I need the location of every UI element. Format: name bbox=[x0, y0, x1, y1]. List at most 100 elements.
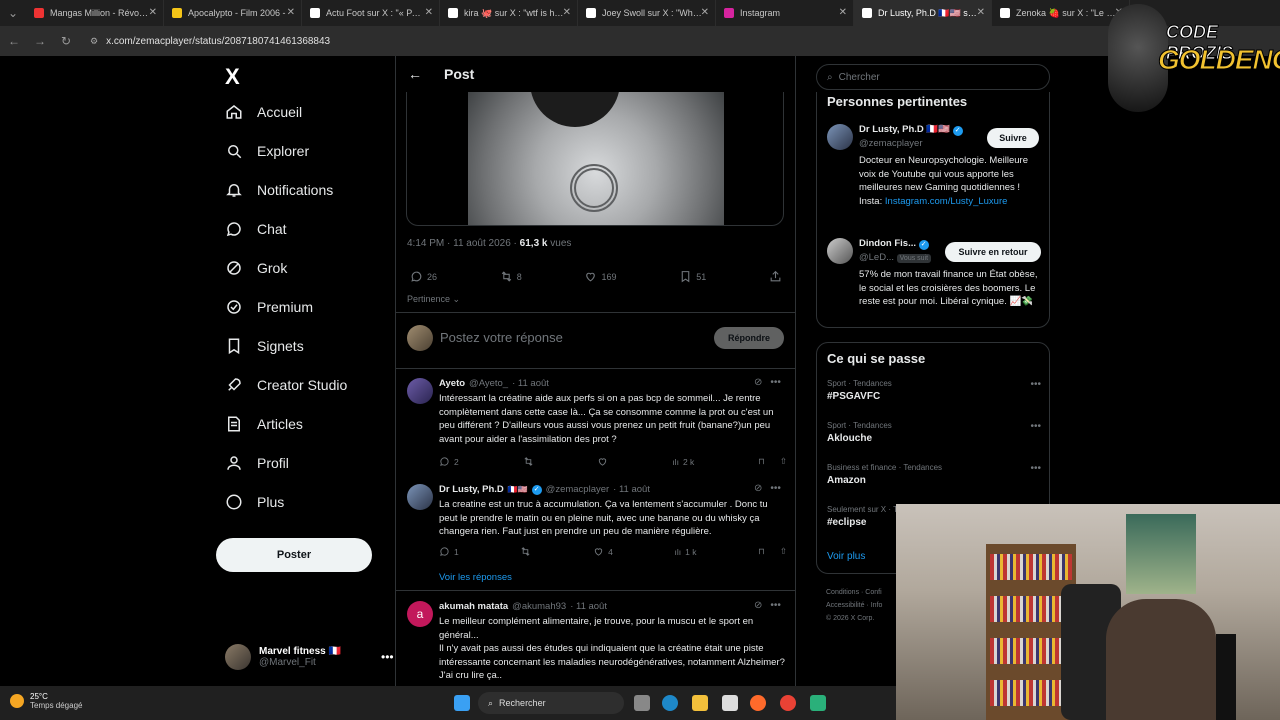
like-action[interactable]: 4 bbox=[593, 546, 613, 557]
follow-back-button[interactable]: Suivre en retour bbox=[945, 242, 1041, 262]
sidebar-item-notifications[interactable]: Notifications bbox=[225, 181, 333, 199]
avatar[interactable] bbox=[827, 238, 853, 264]
close-icon[interactable]: ✕ bbox=[701, 7, 709, 18]
reply-button[interactable]: Répondre bbox=[714, 327, 784, 349]
share-icon[interactable]: ⇧ bbox=[780, 546, 787, 557]
like-action[interactable]: 169 bbox=[584, 270, 617, 283]
bookmark-icon[interactable]: ⊓ bbox=[758, 456, 765, 467]
taskbar-search[interactable]: ⌕ Rechercher bbox=[478, 692, 624, 714]
more-icon[interactable]: ••• bbox=[770, 483, 781, 494]
x-logo-icon[interactable]: X bbox=[225, 64, 240, 90]
avatar[interactable]: a bbox=[407, 601, 433, 627]
post-media[interactable] bbox=[406, 92, 784, 226]
sidebar-item-premium[interactable]: Premium bbox=[225, 298, 313, 316]
person-name[interactable]: Dindon Fis... ✓ bbox=[859, 238, 929, 250]
person-name[interactable]: Dr Lusty, Ph.D 🇫🇷🇺🇸 ✓ bbox=[859, 124, 963, 136]
like-action[interactable] bbox=[597, 456, 608, 467]
reply-tweet[interactable]: a akumah matata @akumah93 · 11 août ⊘ •••… bbox=[396, 590, 795, 686]
sidebar-item-explorer[interactable]: Explorer bbox=[225, 142, 309, 160]
bio-link[interactable]: Instagram.com/Lusty_Luxure bbox=[885, 196, 1008, 207]
task-view-icon[interactable] bbox=[634, 695, 650, 711]
browser-tab[interactable]: kira 🐙 sur X : "wtf is hap ✕ bbox=[440, 0, 578, 26]
file-explorer-icon[interactable] bbox=[692, 695, 708, 711]
chrome-icon[interactable] bbox=[780, 695, 796, 711]
browser-tab[interactable]: Joey Swoll sur X : "Who is ✕ bbox=[578, 0, 716, 26]
back-icon[interactable]: ← bbox=[8, 34, 20, 48]
close-icon[interactable]: ✕ bbox=[977, 7, 985, 18]
browser-tab[interactable]: Actu Foot sur X : "« PAS D ✕ bbox=[302, 0, 440, 26]
suggested-person[interactable]: Dr Lusty, Ph.D 🇫🇷🇺🇸 ✓ @zemacplayer Suivr… bbox=[827, 124, 1041, 234]
forward-icon[interactable]: → bbox=[34, 34, 46, 48]
tweet-author-handle[interactable]: @Ayeto_ bbox=[469, 378, 508, 389]
more-icon[interactable]: ••• bbox=[1030, 421, 1041, 432]
more-icon[interactable]: ••• bbox=[381, 650, 394, 664]
tweet-author-handle[interactable]: @akumah93 bbox=[512, 601, 566, 612]
windows-start-icon[interactable] bbox=[454, 695, 470, 711]
tweet-author-handle[interactable]: @zemacplayer bbox=[546, 484, 610, 495]
url-field[interactable]: ⚙ x.com/zemacplayer/status/2087180741461… bbox=[90, 36, 330, 47]
share-icon[interactable]: ⇧ bbox=[780, 456, 787, 467]
grok-icon[interactable]: ⊘ bbox=[754, 483, 762, 494]
sidebar-item-grok[interactable]: Grok bbox=[225, 259, 287, 277]
more-icon[interactable]: ••• bbox=[1030, 379, 1041, 390]
reply-tweet[interactable]: Ayeto @Ayeto_ · 11 août ⊘ ••• Intéressant… bbox=[396, 370, 795, 480]
more-icon[interactable]: ••• bbox=[770, 377, 781, 388]
tweet-date[interactable]: · 11 août bbox=[512, 378, 549, 389]
avatar[interactable] bbox=[827, 124, 853, 150]
reply-action[interactable]: 26 bbox=[410, 270, 437, 283]
firefox-icon[interactable] bbox=[750, 695, 766, 711]
site-info-icon[interactable]: ⚙ bbox=[90, 36, 98, 47]
browser-tab[interactable]: Dr Lusty, Ph.D 🇫🇷🇺🇸 sur X ✕ bbox=[854, 0, 992, 26]
reply-action[interactable]: 1 bbox=[439, 546, 459, 557]
reply-input[interactable]: Postez votre réponse bbox=[440, 330, 563, 345]
avatar[interactable] bbox=[407, 378, 433, 404]
back-arrow-icon[interactable]: ← bbox=[408, 66, 422, 82]
follow-button[interactable]: Suivre bbox=[987, 128, 1039, 148]
post-button[interactable]: Poster bbox=[216, 538, 372, 572]
close-icon[interactable]: ✕ bbox=[563, 7, 571, 18]
share-action[interactable] bbox=[769, 270, 782, 283]
tweet-date[interactable]: · 11 août bbox=[613, 484, 650, 495]
trend-item[interactable]: Sport · Tendances #PSGAVFC ••• bbox=[827, 379, 1041, 402]
sort-dropdown[interactable]: Pertinence ⌄ bbox=[407, 294, 460, 305]
close-icon[interactable]: ✕ bbox=[425, 7, 433, 18]
repost-action[interactable]: 8 bbox=[500, 270, 522, 283]
trend-item[interactable]: Sport · Tendances Aklouche ••• bbox=[827, 421, 1041, 444]
close-icon[interactable]: ✕ bbox=[839, 7, 847, 18]
browser-tab[interactable]: Apocalypto - Film 2006 - ✕ bbox=[164, 0, 302, 26]
url-text[interactable]: x.com/zemacplayer/status/208718074146136… bbox=[106, 36, 330, 47]
sidebar-item-signets[interactable]: Signets bbox=[225, 337, 304, 355]
reload-icon[interactable]: ↻ bbox=[60, 34, 72, 48]
see-replies-link[interactable]: Voir les réponses bbox=[439, 572, 512, 583]
trend-item[interactable]: Business et finance · Tendances Amazon ••• bbox=[827, 463, 1041, 486]
weather-widget[interactable]: 25°C Temps dégagé bbox=[10, 692, 82, 710]
account-switcher[interactable]: Marvel fitness 🇫🇷 @Marvel_Fit ••• bbox=[225, 644, 394, 670]
sidebar-item-plus[interactable]: Plus bbox=[225, 493, 284, 511]
tweet-author-name[interactable]: Dr Lusty, Ph.D bbox=[439, 484, 504, 495]
tweet-author-name[interactable]: akumah matata bbox=[439, 601, 508, 612]
app-icon[interactable] bbox=[810, 695, 826, 711]
avatar[interactable] bbox=[407, 484, 433, 510]
views-action[interactable]: ılı 1 k bbox=[674, 546, 696, 557]
views-action[interactable]: ılı 2 k bbox=[672, 456, 694, 467]
sidebar-item-accueil[interactable]: Accueil bbox=[225, 103, 302, 121]
store-icon[interactable] bbox=[722, 695, 738, 711]
repost-action[interactable] bbox=[520, 546, 531, 557]
grok-icon[interactable]: ⊘ bbox=[754, 600, 762, 611]
tweet-date[interactable]: · 11 août bbox=[570, 601, 607, 612]
bookmark-icon[interactable]: ⊓ bbox=[758, 546, 765, 557]
sidebar-item-chat[interactable]: Chat bbox=[225, 220, 287, 238]
repost-action[interactable] bbox=[523, 456, 534, 467]
see-more-link[interactable]: Voir plus bbox=[827, 551, 865, 562]
sidebar-item-creator-studio[interactable]: Creator Studio bbox=[225, 376, 347, 394]
video-frame[interactable] bbox=[468, 92, 724, 225]
reply-action[interactable]: 2 bbox=[439, 456, 459, 467]
close-icon[interactable]: ✕ bbox=[149, 7, 157, 18]
sidebar-item-profil[interactable]: Profil bbox=[225, 454, 289, 472]
more-icon[interactable]: ••• bbox=[770, 600, 781, 611]
browser-tab[interactable]: Instagram ✕ bbox=[716, 0, 854, 26]
suggested-person[interactable]: Dindon Fis... ✓ @LeD... Vous suit Suivre… bbox=[827, 238, 1041, 324]
edge-icon[interactable] bbox=[662, 695, 678, 711]
close-icon[interactable]: ✕ bbox=[287, 7, 295, 18]
more-icon[interactable]: ••• bbox=[1030, 463, 1041, 474]
